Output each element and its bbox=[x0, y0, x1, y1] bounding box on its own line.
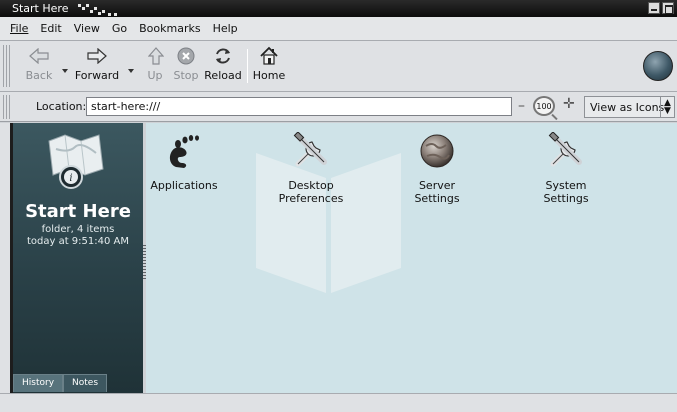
location-label: Location: bbox=[36, 100, 87, 113]
side-pane-info: folder, 4 items today at 9:51:40 AM bbox=[13, 224, 143, 248]
file-view[interactable]: Applications Desktop Preferences Server … bbox=[146, 123, 677, 393]
location-input[interactable] bbox=[86, 97, 512, 116]
view-as-select[interactable]: View as Icons ▲ ▼ bbox=[584, 96, 675, 118]
minimize-button[interactable] bbox=[648, 2, 660, 14]
home-label: Home bbox=[252, 69, 286, 82]
forward-button[interactable]: Forward bbox=[72, 45, 122, 82]
reload-icon bbox=[210, 45, 236, 67]
file-item-label: System Settings bbox=[543, 179, 589, 205]
zoom-out-button[interactable]: – bbox=[518, 98, 525, 114]
zoom-in-button[interactable]: ✛ bbox=[563, 96, 575, 112]
svg-text:i: i bbox=[69, 173, 72, 184]
globe-icon bbox=[413, 131, 461, 171]
view-as-label: View as Icons bbox=[590, 100, 665, 114]
forward-history-dropdown[interactable] bbox=[128, 69, 134, 73]
up-button[interactable]: Up bbox=[143, 45, 167, 82]
location-bar: Location: – 100 ✛ View as Icons ▲▼ bbox=[0, 92, 677, 122]
status-bar bbox=[0, 393, 677, 412]
stop-icon bbox=[173, 45, 199, 67]
menu-edit[interactable]: Edit bbox=[34, 22, 67, 35]
tab-notes[interactable]: Notes bbox=[63, 374, 108, 392]
window-title: Start Here bbox=[12, 2, 69, 15]
stop-label: Stop bbox=[173, 69, 199, 82]
view-as-spin-icon: ▲ ▼ bbox=[660, 97, 674, 117]
side-pane-modified-date: today at 9:51:40 AM bbox=[26, 236, 130, 247]
maximize-button[interactable] bbox=[662, 2, 674, 14]
file-item-label: Server Settings bbox=[414, 179, 460, 205]
tools-icon bbox=[287, 131, 335, 171]
home-icon bbox=[256, 45, 282, 67]
back-arrow-icon bbox=[26, 45, 52, 67]
file-item-system-settings[interactable]: System Settings bbox=[522, 131, 610, 205]
menu-view[interactable]: View bbox=[68, 22, 106, 35]
window-left-frame bbox=[0, 123, 13, 393]
menu-go[interactable]: Go bbox=[106, 22, 133, 35]
file-item-server-settings[interactable]: Server Settings bbox=[396, 131, 478, 205]
side-pane-tabs: History Notes bbox=[13, 374, 108, 392]
toolbar: Back Forward Up Stop Reload Home bbox=[0, 41, 677, 92]
reload-button[interactable]: Reload bbox=[204, 45, 242, 82]
home-button[interactable]: Home bbox=[252, 45, 286, 82]
side-pane-title: Start Here bbox=[25, 201, 131, 222]
back-button[interactable]: Back bbox=[22, 45, 56, 82]
toolbar-handle[interactable] bbox=[3, 45, 11, 87]
file-item-label: Applications bbox=[150, 179, 218, 192]
file-item-applications[interactable]: Applications bbox=[150, 131, 218, 192]
menu-bookmarks[interactable]: Bookmarks bbox=[133, 22, 206, 35]
zoom-level-indicator[interactable]: 100 bbox=[533, 96, 555, 116]
back-label: Back bbox=[25, 69, 53, 82]
tools-icon bbox=[542, 131, 590, 171]
menu-help[interactable]: Help bbox=[207, 22, 244, 35]
zoom-level-value: 100 bbox=[536, 101, 552, 111]
stop-button[interactable]: Stop bbox=[172, 45, 200, 82]
window-titlebar[interactable]: Start Here bbox=[0, 0, 677, 17]
gnome-foot-icon bbox=[160, 131, 208, 171]
forward-label: Forward bbox=[74, 69, 120, 82]
forward-arrow-icon bbox=[84, 45, 110, 67]
throbber-activity-icon bbox=[643, 51, 673, 81]
menubar: File Edit View Go Bookmarks Help bbox=[0, 17, 677, 41]
side-pane: i Start Here folder, 4 items today at 9:… bbox=[13, 123, 143, 393]
menu-file[interactable]: File bbox=[4, 22, 34, 35]
toolbar-separator bbox=[247, 49, 248, 83]
titlebar-decoration bbox=[78, 2, 124, 16]
side-pane-item-count: folder, 4 items bbox=[41, 224, 115, 235]
reload-label: Reload bbox=[204, 69, 242, 82]
file-item-desktop-preferences[interactable]: Desktop Preferences bbox=[256, 131, 366, 205]
map-compass-icon: i bbox=[48, 134, 104, 189]
file-item-label: Desktop Preferences bbox=[278, 179, 344, 205]
up-label: Up bbox=[147, 69, 163, 82]
back-history-dropdown[interactable] bbox=[62, 69, 68, 73]
location-bar-handle[interactable] bbox=[3, 95, 11, 119]
tab-history[interactable]: History bbox=[13, 374, 64, 392]
up-arrow-icon bbox=[143, 45, 169, 67]
